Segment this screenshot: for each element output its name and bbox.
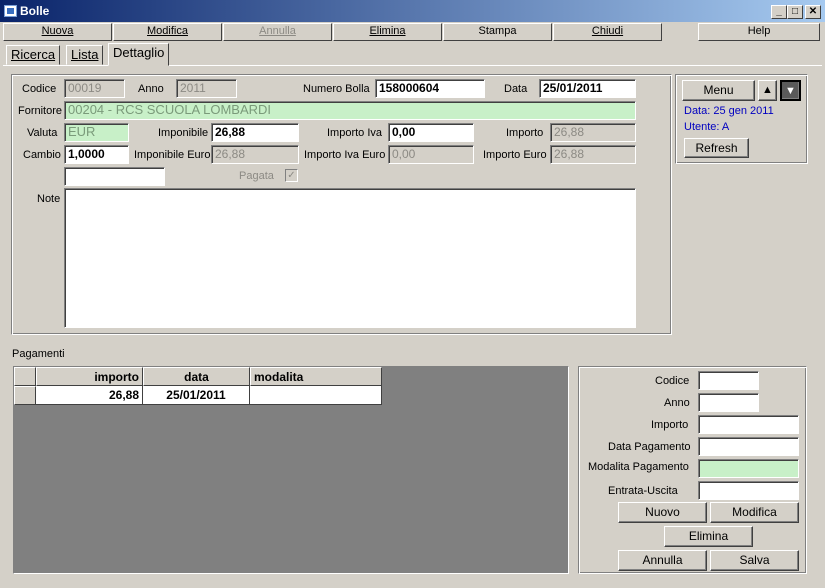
- nuova-button[interactable]: Nuova: [3, 23, 112, 41]
- cell-data[interactable]: 25/01/2011: [143, 386, 250, 405]
- imponibile-euro-label: Imponibile Euro: [134, 149, 211, 161]
- pay-elimina-button[interactable]: Elimina: [664, 526, 753, 547]
- numero-bolla-field[interactable]: 158000604: [375, 79, 485, 98]
- pay-anno-label: Anno: [664, 397, 690, 409]
- importo-iva-euro-label: Importo Iva Euro: [304, 149, 386, 161]
- pay-data-label: Data Pagamento: [608, 441, 691, 453]
- cambio-field[interactable]: 1,0000: [64, 145, 129, 164]
- pay-annulla-button[interactable]: Annulla: [618, 550, 707, 571]
- modifica-label: Modifica: [147, 25, 188, 37]
- pagamenti-label: Pagamenti: [12, 348, 65, 360]
- app-icon: [4, 5, 17, 17]
- minimize-button[interactable]: _: [771, 5, 787, 19]
- pay-anno-field[interactable]: [698, 393, 759, 412]
- pay-entrata-label: Entrata-Uscita: [608, 485, 678, 497]
- help-button[interactable]: Help: [698, 23, 820, 41]
- pay-entrata-field[interactable]: [698, 481, 799, 500]
- fornitore-label: Fornitore: [18, 105, 63, 117]
- up-arrow-icon[interactable]: ▲: [758, 80, 777, 101]
- pay-modalita-label: Modalita Pagamento: [588, 461, 689, 473]
- importo-iva-field[interactable]: 0,00: [388, 123, 474, 142]
- extra-field[interactable]: [64, 167, 165, 186]
- down-arrow-icon[interactable]: ▼: [780, 80, 801, 101]
- pagata-label: Pagata: [239, 170, 274, 182]
- nuovo-button[interactable]: Nuovo: [618, 502, 707, 523]
- pay-modalita-field[interactable]: [698, 459, 799, 478]
- data-field[interactable]: 25/01/2011: [539, 79, 636, 98]
- pay-modifica-button[interactable]: Modifica: [710, 502, 799, 523]
- valuta-label: Valuta: [27, 127, 58, 139]
- anno-label: Anno: [138, 83, 164, 95]
- pagamenti-grid[interactable]: importo data modalita 26,88 25/01/2011: [13, 366, 569, 574]
- tab-lista[interactable]: Lista: [66, 45, 104, 65]
- imponibile-label: Imponibile: [158, 127, 209, 139]
- chiudi-label: Chiudi: [591, 25, 624, 37]
- cambio-label: Cambio: [23, 149, 61, 161]
- column-header-modalita[interactable]: modalita: [250, 367, 382, 386]
- pay-codice-label: Codice: [655, 375, 690, 387]
- data-info: Data: 25 gen 2011: [684, 105, 774, 117]
- pay-importo-field[interactable]: [698, 415, 799, 434]
- cell-modalita[interactable]: [250, 386, 382, 405]
- importo-label: Importo: [506, 127, 544, 139]
- menu-button[interactable]: Menu: [682, 80, 755, 101]
- window-title: Bolle: [20, 4, 50, 18]
- tab-dettaglio[interactable]: Dettaglio: [108, 43, 170, 66]
- pay-importo-label: Importo: [651, 419, 689, 431]
- row-selector[interactable]: [14, 386, 36, 405]
- cell-importo[interactable]: 26,88: [36, 386, 143, 405]
- maximize-button[interactable]: □: [787, 5, 803, 19]
- tab-ricerca-label: Ricerca: [11, 47, 56, 62]
- note-textarea[interactable]: [64, 188, 636, 328]
- tab-lista-label: Lista: [71, 47, 99, 62]
- utente-info: Utente: A: [684, 121, 730, 133]
- nuova-label: Nuova: [41, 25, 74, 37]
- column-header-data[interactable]: data: [143, 367, 250, 386]
- refresh-button[interactable]: Refresh: [684, 138, 749, 158]
- data-label: Data: [504, 83, 528, 95]
- pay-codice-field[interactable]: [698, 371, 759, 390]
- imponibile-euro-field[interactable]: 26,88: [211, 145, 299, 164]
- elimina-label: Elimina: [369, 25, 406, 37]
- close-button[interactable]: ✕: [805, 5, 821, 19]
- anno-field[interactable]: 2011: [176, 79, 237, 98]
- column-header-importo[interactable]: importo: [36, 367, 143, 386]
- chiudi-button[interactable]: Chiudi: [553, 23, 662, 41]
- modifica-button[interactable]: Modifica: [113, 23, 222, 41]
- importo-euro-field[interactable]: 26,88: [550, 145, 636, 164]
- codice-label: Codice: [22, 83, 57, 95]
- annulla-button[interactable]: Annulla: [223, 23, 332, 41]
- codice-field[interactable]: 00019: [64, 79, 125, 98]
- salva-button[interactable]: Salva: [710, 550, 799, 571]
- valuta-field[interactable]: EUR: [64, 123, 129, 142]
- stampa-button[interactable]: Stampa: [443, 23, 552, 41]
- importo-iva-label: Importo Iva: [327, 127, 383, 139]
- pay-data-field[interactable]: [698, 437, 799, 456]
- pagata-checkbox[interactable]: ✓: [285, 169, 298, 182]
- grid-corner: [14, 367, 36, 386]
- importo-field[interactable]: 26,88: [550, 123, 636, 142]
- imponibile-field[interactable]: 26,88: [211, 123, 299, 142]
- importo-iva-euro-field[interactable]: 0,00: [388, 145, 474, 164]
- annulla-label: Annulla: [259, 25, 296, 37]
- numero-bolla-label: Numero Bolla: [303, 83, 370, 95]
- note-label: Note: [37, 193, 61, 205]
- importo-euro-label: Importo Euro: [483, 149, 547, 161]
- title-bar: Bolle _ □ ✕: [0, 0, 825, 22]
- elimina-button[interactable]: Elimina: [333, 23, 442, 41]
- tab-ricerca[interactable]: Ricerca: [6, 45, 61, 65]
- fornitore-field[interactable]: 00204 - RCS SCUOLA LOMBARDI: [64, 101, 636, 120]
